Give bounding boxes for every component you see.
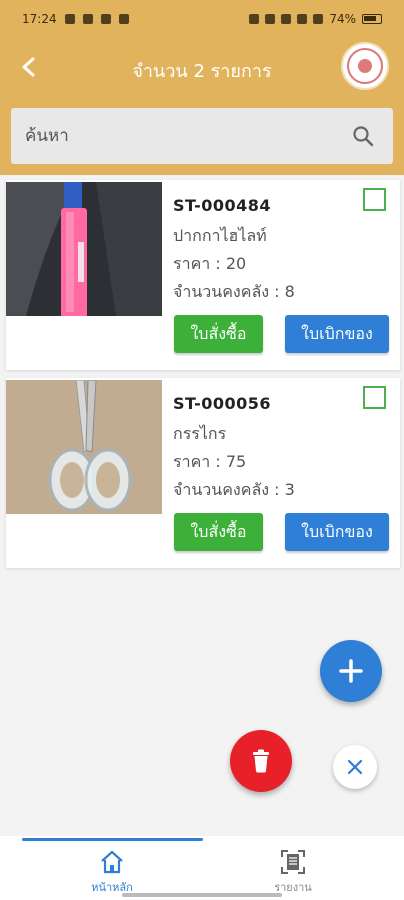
item-code: ST-000484	[173, 196, 272, 215]
search-area	[0, 100, 404, 175]
vibrate-icon	[265, 14, 276, 24]
withdraw-button[interactable]: ใบเบิกของ	[285, 315, 389, 353]
alarm-icon	[249, 14, 260, 24]
app-bar: จำนวน 2 รายการ	[0, 38, 404, 100]
plus-icon	[339, 659, 363, 683]
add-button[interactable]	[320, 640, 382, 702]
withdraw-button[interactable]: ใบเบิกของ	[285, 513, 389, 551]
purchase-order-button[interactable]: ใบสั่งซื้อ	[174, 315, 263, 353]
battery-icon	[362, 14, 382, 24]
select-checkbox[interactable]	[363, 386, 386, 409]
list-item[interactable]: ST-000056 กรรไกร ราคา : 75 จำนวนคงคลัง :…	[6, 378, 400, 568]
search-input[interactable]	[11, 108, 311, 164]
item-name: ปากกาไฮไลท์	[173, 226, 267, 245]
report-scan-icon	[281, 850, 305, 874]
product-image	[6, 182, 162, 316]
purchase-order-button[interactable]: ใบสั่งซื้อ	[174, 513, 263, 551]
item-price: ราคา : 20	[173, 254, 247, 273]
mute-icon	[281, 14, 292, 24]
system-home-indicator	[122, 893, 282, 897]
close-icon	[347, 759, 363, 775]
search-icon[interactable]	[351, 124, 375, 148]
delete-button[interactable]	[230, 730, 292, 792]
nav-item-report[interactable]: รายงาน	[233, 848, 353, 896]
item-name: กรรไกร	[173, 424, 227, 443]
status-bar: 17:24 74%	[0, 0, 404, 38]
gallery-icon	[118, 14, 129, 24]
list-item[interactable]: ST-000484 ปากกาไฮไลท์ ราคา : 20 จำนวนคงค…	[6, 180, 400, 370]
close-button[interactable]	[333, 745, 377, 789]
item-stock: จำนวนคงคลัง : 3	[173, 480, 295, 499]
notification-icon	[64, 14, 75, 24]
wifi-icon	[313, 14, 324, 24]
nav-active-indicator	[22, 838, 203, 841]
logo	[341, 42, 389, 90]
bottom-nav: หน้าหลัก รายงาน	[0, 836, 404, 900]
chat-icon	[100, 14, 111, 24]
item-code: ST-000056	[173, 394, 272, 413]
select-checkbox[interactable]	[363, 188, 386, 211]
trash-icon	[253, 749, 269, 773]
nav-item-home[interactable]: หน้าหลัก	[52, 848, 172, 896]
product-image	[6, 380, 162, 514]
status-time: 17:24	[22, 12, 57, 26]
search-box	[11, 108, 393, 164]
message-icon	[82, 14, 93, 24]
home-icon	[101, 850, 123, 874]
battery-percent: 74%	[329, 12, 356, 26]
signal-icon	[297, 14, 308, 24]
item-stock: จำนวนคงคลัง : 8	[173, 282, 295, 301]
item-price: ราคา : 75	[173, 452, 247, 471]
